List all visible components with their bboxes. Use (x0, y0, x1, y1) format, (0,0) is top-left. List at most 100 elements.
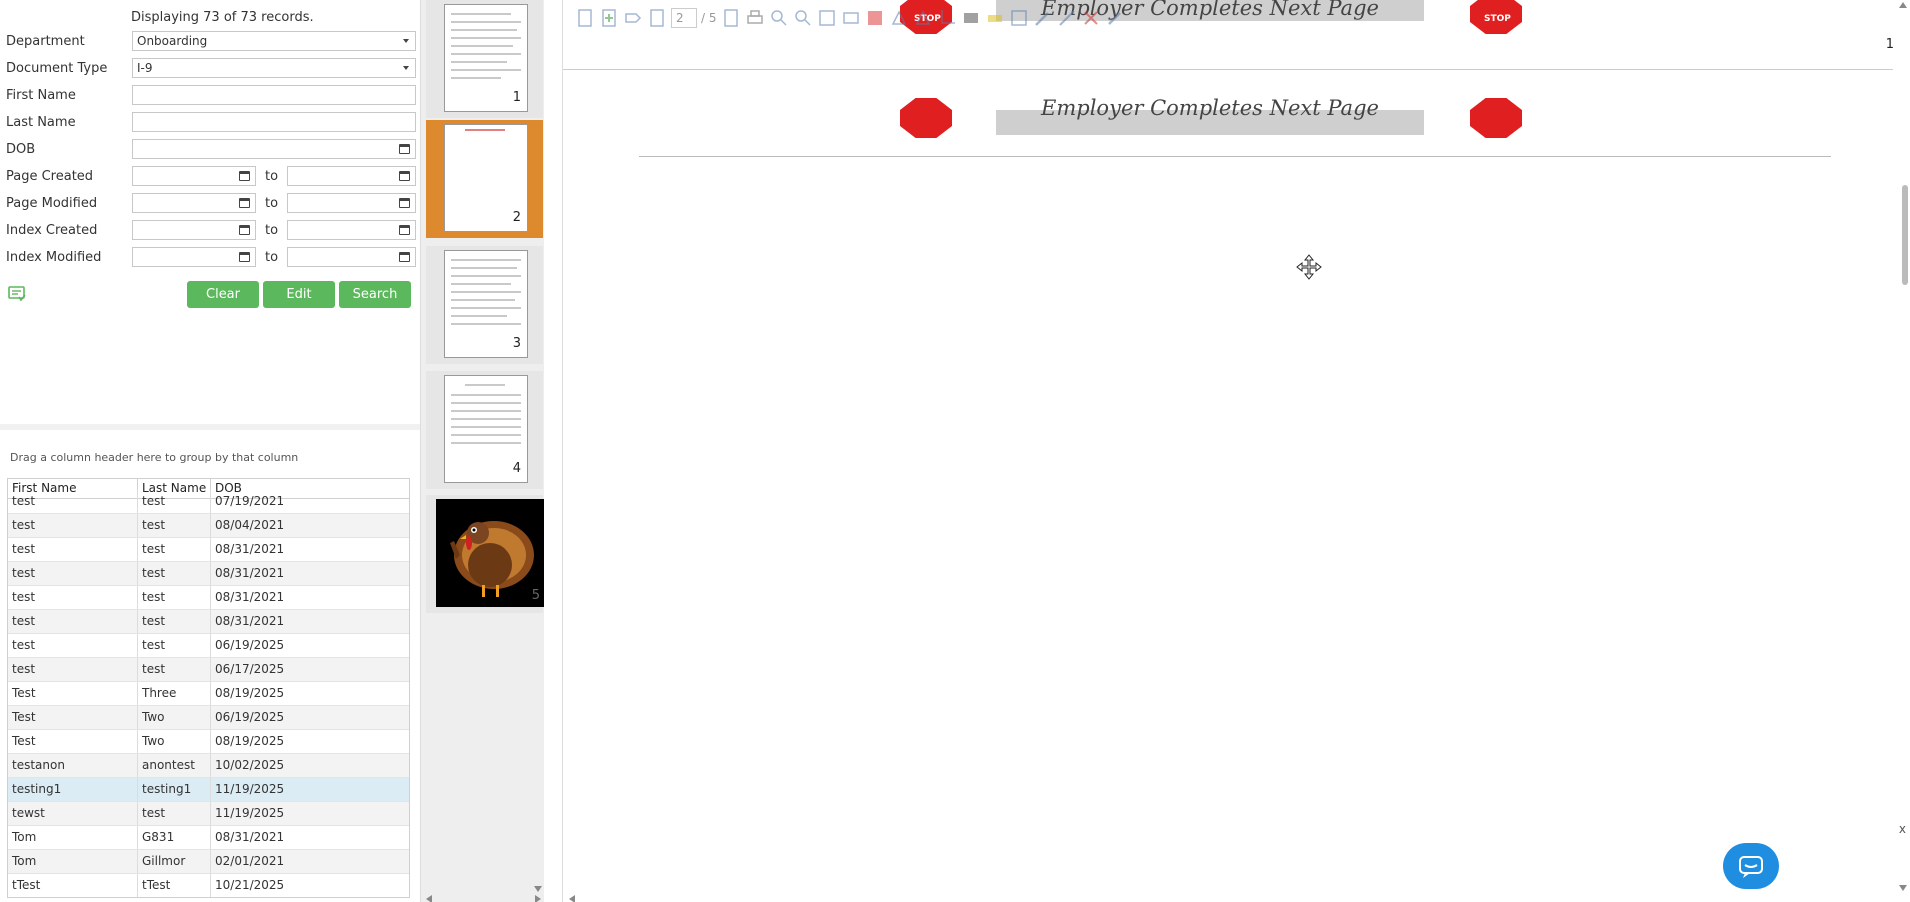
line-icon[interactable] (1057, 8, 1077, 28)
thumbnail-page-4[interactable]: 4 (426, 371, 543, 489)
doctype-label: Document Type (6, 61, 108, 76)
cell-dob: 06/17/2025 (215, 662, 285, 676)
table-row[interactable]: test test 07/19/2021 (8, 490, 409, 514)
page-modified-to-input[interactable] (287, 193, 416, 213)
table-row[interactable]: tTest tTest 10/21/2025 (8, 874, 409, 897)
crop-icon[interactable] (937, 8, 957, 28)
viewer-scrollbar-thumb[interactable] (1902, 185, 1908, 285)
thumbnail-page-2[interactable]: 2 (426, 120, 543, 238)
table-row[interactable]: test test 06/19/2025 (8, 634, 409, 658)
chevron-down-icon (403, 66, 409, 70)
cell-first-name: tewst (8, 802, 138, 825)
close-icon[interactable]: x (1899, 822, 1906, 836)
table-row[interactable]: test test 08/31/2021 (8, 586, 409, 610)
calendar-icon[interactable] (239, 171, 250, 181)
edit-button[interactable]: Edit (263, 281, 335, 308)
panel-splitter[interactable] (0, 424, 420, 430)
first-name-input[interactable] (132, 85, 416, 105)
annotate-icon[interactable] (865, 8, 885, 28)
viewer-scroll-left-icon[interactable] (569, 895, 575, 902)
viewer-scroll-down-icon[interactable] (1899, 885, 1907, 891)
table-row[interactable]: Test Two 06/19/2025 (8, 706, 409, 730)
page-created-to-input[interactable] (287, 166, 416, 186)
page-icon[interactable] (647, 8, 667, 28)
table-row[interactable]: testanon anontest 10/02/2025 (8, 754, 409, 778)
table-row[interactable]: test test 08/04/2021 (8, 514, 409, 538)
flip-icon[interactable] (913, 8, 933, 28)
table-row[interactable]: test test 08/31/2021 (8, 562, 409, 586)
table-row[interactable]: Tom G831 08/31/2021 (8, 826, 409, 850)
department-select[interactable]: Onboarding (132, 31, 416, 51)
doctype-select[interactable]: I-9 (132, 58, 416, 78)
table-row[interactable]: tewst test 11/19/2025 (8, 802, 409, 826)
forward-icon[interactable] (623, 8, 643, 28)
table-row[interactable]: Test Three 08/19/2025 (8, 682, 409, 706)
page-created-from-input[interactable] (132, 166, 256, 186)
viewer-scroll-up-icon[interactable] (1899, 2, 1907, 8)
table-row[interactable]: test test 06/17/2025 (8, 658, 409, 682)
page-modified-from-input[interactable] (132, 193, 256, 213)
clear-button[interactable]: Clear (187, 281, 259, 308)
document-viewer: STOP Employer Completes Next Page STOP 2… (562, 0, 1910, 902)
page-number-input[interactable]: 2 (671, 8, 697, 28)
index-created-row: Index Created to (6, 220, 416, 242)
cell-last-name: tTest (138, 874, 211, 897)
table-row[interactable]: testing1 testing1 11/19/2025 (8, 778, 409, 802)
calendar-icon[interactable] (399, 144, 410, 154)
calendar-icon[interactable] (239, 225, 250, 235)
cell-last-name: test (138, 514, 211, 537)
fit-page-icon[interactable] (817, 8, 837, 28)
page-banner: Employer Completes Next Page (996, 96, 1424, 135)
calendar-icon[interactable] (399, 225, 410, 235)
scroll-down-arrow-icon[interactable] (534, 886, 542, 892)
chevron-down-icon (403, 39, 409, 43)
last-name-input[interactable] (132, 112, 416, 132)
redact-icon[interactable] (961, 8, 981, 28)
table-row[interactable]: Tom Gillmor 02/01/2021 (8, 850, 409, 874)
scroll-right-arrow-icon[interactable] (535, 895, 541, 902)
total-pages: / 5 (701, 11, 717, 25)
table-row[interactable]: test test 08/31/2021 (8, 538, 409, 562)
search-button[interactable]: Search (339, 281, 411, 308)
cell-first-name: test (8, 658, 138, 681)
print-icon[interactable] (745, 8, 765, 28)
rotate-icon[interactable] (889, 8, 909, 28)
new-page-icon[interactable] (575, 8, 595, 28)
index-created-from-input[interactable] (132, 220, 256, 240)
saved-search-icon[interactable] (8, 286, 26, 302)
settings-icon[interactable] (1105, 8, 1125, 28)
calendar-icon[interactable] (239, 198, 250, 208)
add-page-icon[interactable] (599, 8, 619, 28)
thumbnail-page-5[interactable]: 5 (426, 495, 544, 613)
table-row[interactable]: Test Two 08/19/2025 (8, 730, 409, 754)
cell-dob: 08/31/2021 (215, 566, 285, 580)
cell-dob: 08/31/2021 (215, 542, 285, 556)
thumbnail-page-1[interactable]: 1 (426, 0, 543, 118)
chat-launcher-button[interactable] (1723, 843, 1779, 889)
calendar-icon[interactable] (239, 252, 250, 262)
delete-icon[interactable] (1081, 8, 1101, 28)
cell-first-name: test (8, 538, 138, 561)
stamp-icon[interactable] (1009, 8, 1029, 28)
zoom-out-icon[interactable] (793, 8, 813, 28)
calendar-icon[interactable] (399, 171, 410, 181)
cell-last-name: Three (138, 682, 211, 705)
dob-input[interactable] (132, 139, 416, 159)
doctype-row: Document Type I-9 (6, 58, 416, 80)
index-modified-to-input[interactable] (287, 247, 416, 267)
pen-icon[interactable] (1033, 8, 1053, 28)
calendar-icon[interactable] (399, 198, 410, 208)
index-modified-from-input[interactable] (132, 247, 256, 267)
fit-width-icon[interactable] (841, 8, 861, 28)
cell-first-name: Test (8, 706, 138, 729)
scroll-left-arrow-icon[interactable] (426, 895, 432, 902)
search-panel: Displaying 73 of 73 records. Department … (0, 0, 420, 902)
table-row[interactable]: test test 08/31/2021 (8, 610, 409, 634)
highlight-icon[interactable] (985, 8, 1005, 28)
zoom-in-icon[interactable] (769, 8, 789, 28)
export-icon[interactable] (721, 8, 741, 28)
thumbnail-page-3[interactable]: 3 (426, 246, 543, 364)
calendar-icon[interactable] (399, 252, 410, 262)
department-value: Onboarding (137, 34, 208, 48)
index-created-to-input[interactable] (287, 220, 416, 240)
